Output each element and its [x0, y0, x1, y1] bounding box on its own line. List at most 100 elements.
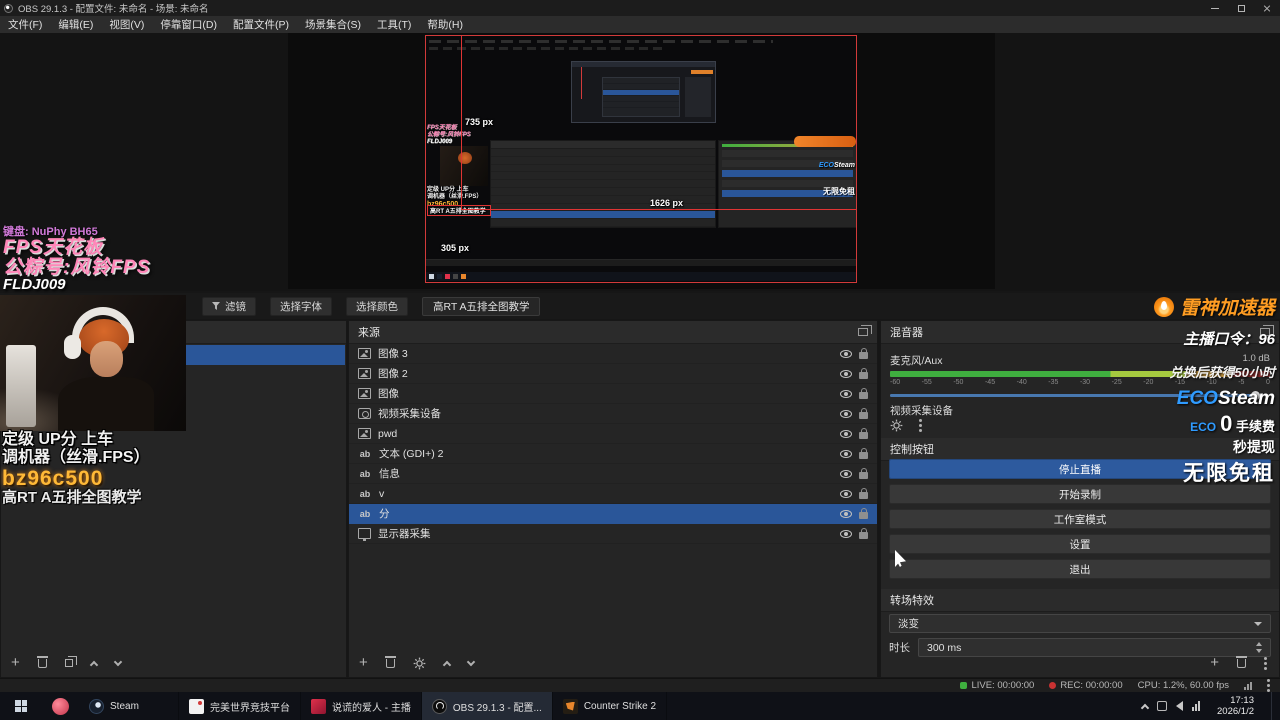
show-desktop-button[interactable] [1271, 692, 1276, 720]
redeem-hours-text: 兑换后获得50小时 [1169, 365, 1275, 380]
statusbar-more-options-icon[interactable] [1267, 679, 1270, 692]
video-app-icon [311, 698, 326, 714]
filters-button[interactable]: 滤镜 [202, 296, 256, 316]
visibility-eye-icon[interactable] [840, 509, 852, 518]
volume-icon[interactable] [1176, 701, 1184, 711]
taskbar-app-obs[interactable]: OBS 29.1.3 - 配置... [421, 692, 553, 720]
source-row-display-capture[interactable]: 显示器采集 [349, 524, 877, 544]
add-scene-button[interactable]: + [11, 655, 20, 670]
headphones-earcup [64, 335, 81, 359]
minimize-button[interactable] [1202, 0, 1228, 16]
workspace: 735 px 1626 px 305 px FPS天花板 公粽号:风铃FPS F… [0, 33, 1280, 291]
device-settings-gear-icon[interactable] [890, 419, 903, 432]
start-recording-button[interactable]: 开始录制 [889, 484, 1271, 504]
visibility-eye-icon[interactable] [840, 429, 852, 438]
add-source-button[interactable]: + [359, 655, 368, 670]
lock-icon[interactable] [859, 527, 868, 539]
lock-icon[interactable] [859, 447, 868, 459]
menu-help[interactable]: 帮助(H) [419, 16, 471, 33]
visibility-eye-icon[interactable] [840, 529, 852, 538]
duplicate-scene-button[interactable] [64, 656, 77, 667]
text-source-icon: ab [359, 488, 371, 499]
pinned-app-icon[interactable] [52, 697, 69, 715]
settings-button[interactable]: 设置 [889, 534, 1271, 554]
close-button[interactable] [1254, 0, 1280, 16]
visibility-eye-icon[interactable] [840, 489, 852, 498]
transition-more-options-icon[interactable] [1264, 656, 1267, 670]
move-source-down-button[interactable] [466, 657, 476, 666]
exit-button[interactable]: 退出 [889, 559, 1271, 579]
source-row-pwd[interactable]: pwd [349, 424, 877, 444]
menu-tools[interactable]: 工具(T) [369, 16, 419, 33]
source-properties-gear-icon[interactable] [413, 657, 426, 670]
tray-expand-icon[interactable] [1140, 703, 1150, 712]
preview-selected-text-source[interactable]: 高RT A五排全图教学 [427, 205, 491, 216]
person-torso [58, 377, 154, 431]
source-row-info[interactable]: ab 信息 [349, 464, 877, 484]
menu-view[interactable]: 视图(V) [101, 16, 152, 33]
crop-guide-vertical[interactable] [461, 36, 462, 209]
lock-icon[interactable] [859, 347, 868, 359]
visibility-eye-icon[interactable] [840, 469, 852, 478]
source-row-video-capture[interactable]: 视频采集设备 [349, 404, 877, 424]
popout-dock-icon[interactable] [858, 325, 872, 336]
lock-icon[interactable] [859, 487, 868, 499]
visibility-eye-icon[interactable] [840, 369, 852, 378]
device-more-options-icon[interactable] [919, 419, 922, 432]
visibility-eye-icon[interactable] [840, 349, 852, 358]
taskbar-app-perfect-world[interactable]: 完美世界竞技平台 [179, 692, 301, 720]
network-icon[interactable] [1192, 701, 1201, 711]
source-row-text-gdi2[interactable]: ab 文本 (GDI+) 2 [349, 444, 877, 464]
remove-scene-button[interactable] [36, 655, 48, 668]
preview-canvas[interactable]: 735 px 1626 px 305 px FPS天花板 公粽号:风铃FPS F… [425, 35, 857, 283]
source-row-v[interactable]: ab v [349, 484, 877, 504]
maximize-button[interactable] [1228, 0, 1254, 16]
lock-icon[interactable] [859, 427, 868, 439]
tray-app-icon[interactable] [1157, 701, 1168, 711]
visibility-eye-icon[interactable] [840, 409, 852, 418]
select-font-button[interactable]: 选择字体 [270, 296, 332, 316]
select-color-button[interactable]: 选择颜色 [346, 296, 408, 316]
move-scene-up-button[interactable] [89, 660, 99, 669]
menu-docks[interactable]: 停靠窗口(D) [152, 16, 225, 33]
lock-icon[interactable] [859, 467, 868, 479]
sources-panel: 来源 图像 3 图像 2 图像 视频采集设备 pwd ab 文本 (GDI+) … [348, 320, 878, 678]
text-content-field[interactable]: 高RT A五排全图教学 [422, 296, 541, 316]
transition-select[interactable]: 淡变 [889, 614, 1271, 633]
remove-source-button[interactable] [384, 655, 396, 668]
lock-icon[interactable] [859, 367, 868, 379]
lock-icon[interactable] [859, 407, 868, 419]
source-row-image2[interactable]: 图像 2 [349, 364, 877, 384]
source-row-fen-selected[interactable]: ab 分 [349, 504, 877, 524]
system-tray: 17:13 2026/1/2 [1140, 692, 1280, 720]
clock-time: 17:13 [1230, 694, 1254, 706]
stats-graph-icon[interactable] [1244, 681, 1252, 690]
lock-icon[interactable] [859, 387, 868, 399]
taskbar-app-steam[interactable]: Steam [79, 692, 179, 720]
taskbar-app-lover[interactable]: 说谎的爱人 - 主播 [301, 692, 422, 720]
menu-profile[interactable]: 配置文件(P) [225, 16, 297, 33]
maximize-icon [1237, 4, 1245, 12]
crop-guide-horizontal[interactable] [461, 209, 856, 210]
move-scene-down-button[interactable] [113, 657, 123, 666]
visibility-eye-icon[interactable] [840, 389, 852, 398]
move-source-up-button[interactable] [442, 660, 452, 669]
menu-scene-collection[interactable]: 场景集合(S) [297, 16, 369, 33]
start-button[interactable] [0, 692, 42, 720]
visibility-eye-icon[interactable] [840, 449, 852, 458]
source-row-image3[interactable]: 图像 3 [349, 344, 877, 364]
menu-edit[interactable]: 编辑(E) [50, 16, 101, 33]
remove-transition-button[interactable] [1236, 655, 1247, 668]
add-transition-button[interactable]: + [1210, 655, 1219, 670]
lock-icon[interactable] [859, 507, 868, 519]
taskbar-clock[interactable]: 17:13 2026/1/2 [1209, 695, 1262, 718]
duration-stepper[interactable] [1256, 642, 1262, 653]
clock-date: 2026/1/2 [1217, 706, 1254, 717]
mic-label: 麦克风/Aux [890, 355, 943, 367]
studio-mode-button[interactable]: 工作室模式 [889, 509, 1271, 529]
taskbar-app-cs2[interactable]: Counter Strike 2 [553, 692, 668, 720]
source-label: 文本 (GDI+) 2 [379, 448, 444, 460]
preview-widget: 735 px 1626 px 305 px FPS天花板 公粽号:风铃FPS F… [288, 33, 995, 289]
source-row-image[interactable]: 图像 [349, 384, 877, 404]
menu-file[interactable]: 文件(F) [0, 16, 50, 33]
